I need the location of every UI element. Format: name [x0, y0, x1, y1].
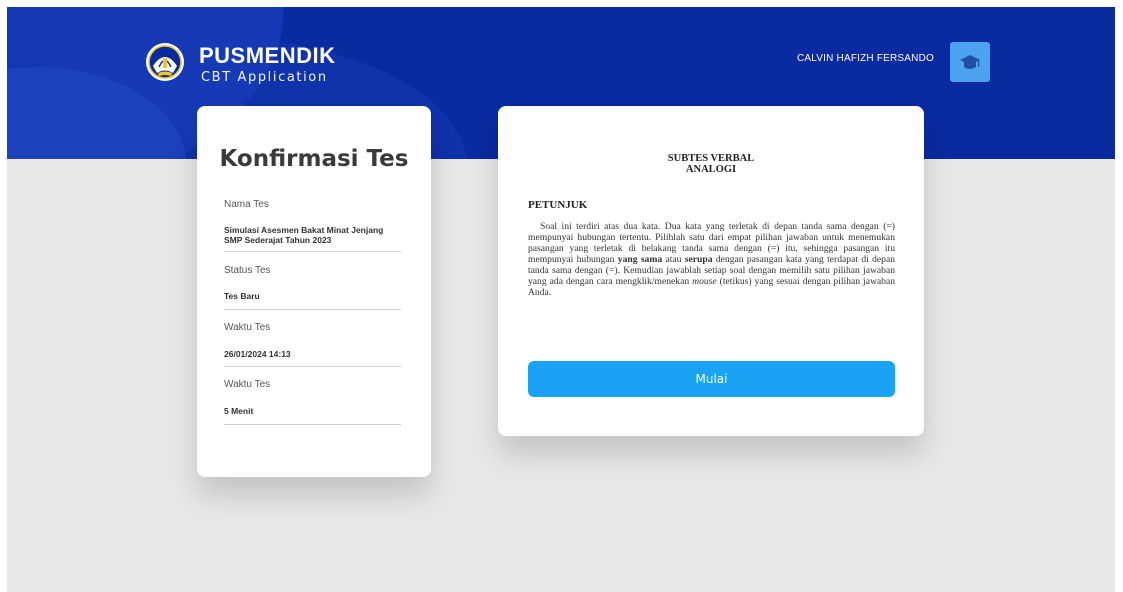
- test-duration-value-wrap: 5 Menit: [224, 406, 401, 416]
- subtest-line-2: ANALOGI: [685, 164, 737, 175]
- instructions-card: SUBTES VERBAL ANALOGI PETUNJUK Soal ini …: [498, 106, 924, 436]
- field-label: Waktu Tes: [224, 322, 271, 333]
- test-name-field: Nama Tes: [224, 199, 401, 210]
- brand-subtitle: CBT Application: [201, 70, 328, 85]
- divider: [224, 251, 401, 252]
- test-duration-value: 5 Menit: [224, 406, 254, 416]
- instructions-heading: PETUNJUK: [528, 199, 588, 211]
- test-time-value-wrap: 26/01/2024 14:13: [224, 349, 401, 359]
- brand-title: PUSMENDIK: [199, 43, 336, 68]
- test-status-field: Status Tes: [224, 265, 401, 276]
- confirmation-card: Konfirmasi Tes Nama Tes Simulasi Asesmen…: [197, 106, 431, 477]
- field-label: Status Tes: [224, 265, 271, 276]
- field-label: Nama Tes: [224, 199, 269, 210]
- instructions-emphasis: yang sama: [617, 254, 663, 265]
- test-time-field: Waktu Tes: [224, 322, 401, 333]
- instructions-italic: mouse: [692, 276, 717, 287]
- test-time-value: 26/01/2024 14:13: [224, 349, 291, 359]
- instructions-text: atau: [665, 254, 682, 265]
- tut-wuri-handayani-emblem-icon: [145, 40, 185, 84]
- test-duration-field: Waktu Tes: [224, 379, 401, 390]
- instructions-emphasis: serupa: [684, 254, 713, 265]
- subtest-title: SUBTES VERBAL ANALOGI: [498, 153, 924, 175]
- instructions-body: Soal ini terdiri atas dua kata. Dua kata…: [528, 221, 895, 298]
- divider: [224, 366, 401, 367]
- test-name-value: Simulasi Asesmen Bakat Minat Jenjang SMP…: [224, 225, 384, 245]
- divider: [224, 309, 401, 310]
- subtest-line-1: SUBTES VERBAL: [667, 153, 755, 164]
- user-name[interactable]: CALVIN HAFIZH FERSANDO: [797, 53, 934, 64]
- app-frame: PUSMENDIK CBT Application CALVIN HAFIZH …: [7, 7, 1115, 592]
- start-button[interactable]: Mulai: [528, 361, 895, 397]
- graduation-cap-icon: [960, 55, 980, 69]
- test-status-value-wrap: Tes Baru: [224, 291, 401, 301]
- field-label: Waktu Tes: [224, 379, 271, 390]
- test-status-value: Tes Baru: [224, 291, 260, 301]
- test-name-value-wrap: Simulasi Asesmen Bakat Minat Jenjang SMP…: [224, 225, 401, 245]
- divider: [224, 424, 401, 425]
- user-avatar[interactable]: [950, 42, 990, 82]
- confirmation-title: Konfirmasi Tes: [219, 146, 409, 172]
